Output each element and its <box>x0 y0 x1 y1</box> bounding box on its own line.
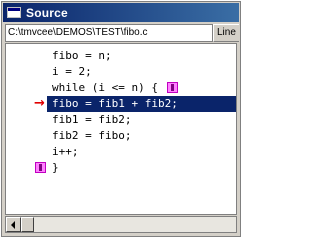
line-tab[interactable]: Line <box>213 24 239 42</box>
code-line[interactable]: fib2 = fibo; <box>6 128 236 144</box>
source-window-icon <box>7 7 21 18</box>
horizontal-scrollbar[interactable] <box>5 216 237 233</box>
code-line-text: fib1 = fib2; <box>52 113 132 126</box>
code-line-text: fibo = fib1 + fib2; <box>52 97 178 110</box>
scroll-left-arrow-icon[interactable] <box>6 217 21 232</box>
window-title: Source <box>26 5 68 20</box>
code-line[interactable]: } <box>6 160 236 176</box>
scrollbar-thumb[interactable] <box>21 217 34 232</box>
code-line-text: } <box>52 161 59 174</box>
file-path-field[interactable]: C:\tmvcee\DEMOS\TEST\fibo.c <box>5 24 213 42</box>
code-line-text: while (i <= n) { <box>52 81 158 94</box>
code-line-text: i++; <box>52 145 79 158</box>
window-titlebar[interactable]: Source <box>3 3 239 22</box>
code-line-text: i = 2; <box>52 65 92 78</box>
breakpoint-marker-icon[interactable] <box>167 82 178 93</box>
code-line[interactable]: i++; <box>6 144 236 160</box>
code-line[interactable]: while (i <= n) { <box>6 80 236 96</box>
code-line[interactable]: fib1 = fib2; <box>6 112 236 128</box>
source-tabbar: C:\tmvcee\DEMOS\TEST\fibo.c Line <box>5 24 239 42</box>
code-line[interactable]: fibo = n; <box>6 48 236 64</box>
code-editor[interactable]: fibo = n; i = 2; while (i <= n) { → fibo… <box>5 43 237 215</box>
code-line-text: fibo = n; <box>52 49 112 62</box>
code-line[interactable]: i = 2; <box>6 64 236 80</box>
current-code-line[interactable]: → fibo = fib1 + fib2; <box>6 96 236 112</box>
breakpoint-marker-icon[interactable] <box>35 162 46 173</box>
execution-arrow-icon: → <box>34 96 45 111</box>
code-line-text: fib2 = fibo; <box>52 129 132 142</box>
source-window: Source C:\tmvcee\DEMOS\TEST\fibo.c Line … <box>1 1 241 237</box>
